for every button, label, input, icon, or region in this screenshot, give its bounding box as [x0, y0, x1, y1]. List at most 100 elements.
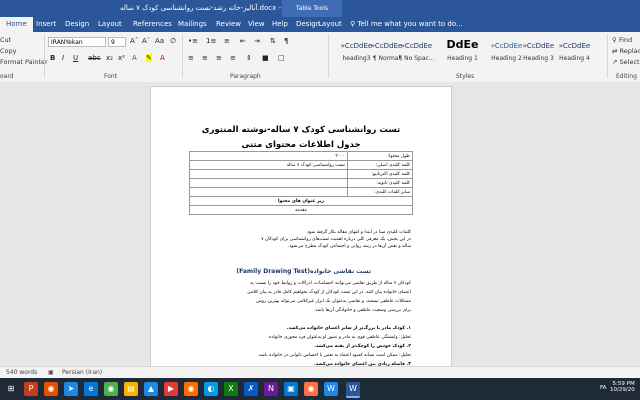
media-icon[interactable]: ▶	[164, 382, 178, 396]
group-divider	[607, 34, 608, 78]
tab-table-layout[interactable]: Layout	[318, 20, 342, 28]
firefox-icon[interactable]: ◉	[184, 382, 198, 396]
bullets-icon[interactable]: •≡	[188, 37, 198, 45]
tab-references[interactable]: References	[133, 20, 172, 28]
word-count[interactable]: 540 words	[6, 369, 37, 376]
text-effects-icon[interactable]: A	[132, 54, 137, 62]
style-preview: »CcDdEe	[558, 42, 591, 50]
text-line: تحلیل: وابستگی عاطفی قوی به مادر و تصور …	[267, 335, 411, 340]
vpn-icon[interactable]: ▲	[144, 382, 158, 396]
edge-icon[interactable]: e	[84, 382, 98, 396]
style-heading4[interactable]: »CcDdEe Heading 4	[550, 36, 599, 70]
cut-button[interactable]: Cut	[0, 36, 11, 44]
file-explorer-icon[interactable]: ▤	[124, 382, 138, 396]
app2-icon[interactable]: ◐	[204, 382, 218, 396]
lightbulb-icon: ⚲	[350, 20, 356, 28]
tab-review[interactable]: Review	[216, 20, 241, 28]
text-line: مشکلات عاطفی نیستند، و نقاشی به‌عنوان یک…	[256, 299, 411, 304]
style-label: ¶ No Spac...	[398, 55, 435, 62]
increase-indent-icon[interactable]: ⇥	[254, 37, 260, 45]
excel-icon[interactable]: X	[224, 382, 238, 396]
text-line: برای بررسی وضعیت عاطفی و خانوادگی آن‌ها …	[313, 308, 411, 313]
italic-button[interactable]: I	[62, 54, 64, 62]
strikethrough-icon[interactable]: abc	[88, 54, 101, 62]
word-icon-2[interactable]: W	[324, 382, 338, 396]
editing-group-label: Editing	[616, 73, 637, 80]
superscript-icon[interactable]: x²	[118, 54, 125, 62]
tab-help[interactable]: Help	[272, 20, 288, 28]
copy-button[interactable]: Copy	[0, 47, 17, 55]
borders-icon[interactable]: □	[278, 54, 285, 62]
paragraph-group-label: Paragraph	[230, 73, 261, 80]
shrink-font-icon[interactable]: Aˇ	[142, 37, 150, 45]
replace-label: Replace	[619, 47, 640, 55]
paint-icon[interactable]: ◉	[304, 382, 318, 396]
underline-button[interactable]: U	[73, 54, 78, 62]
clear-format-icon[interactable]: ∅	[170, 37, 176, 45]
style-preview: »CcDdEe	[400, 42, 433, 50]
sort-icon[interactable]: ⇅	[270, 37, 276, 45]
select-button[interactable]: ↗ Select	[612, 58, 640, 66]
format-painter-button[interactable]: Format Painter	[0, 58, 48, 66]
font-color-icon[interactable]: A	[160, 54, 165, 62]
highlight-icon[interactable]: ✎	[146, 54, 152, 62]
subscript-icon[interactable]: x₂	[106, 54, 113, 62]
font-name-box[interactable]: IRANYekan	[48, 37, 106, 47]
body-text: کودکان ۷ ساله از طریق نقاشی می‌توانند اح…	[191, 279, 411, 369]
document-page[interactable]: تست روانشناسی کودک ۷ ساله-نوشته المنتوری…	[150, 86, 452, 378]
tab-table-design[interactable]: Design	[296, 20, 320, 28]
style-preview: DdEe	[446, 38, 479, 51]
app-icon[interactable]: ◉	[44, 382, 58, 396]
table-row: کلمه کلیدی اصلی: تست روانشناسی کودک ۷ سا…	[189, 160, 413, 170]
onenote-icon[interactable]: N	[264, 382, 278, 396]
chrome-icon[interactable]: ◉	[104, 382, 118, 396]
powerpoint-icon[interactable]: P	[24, 382, 38, 396]
align-left-icon[interactable]: ≡	[188, 54, 194, 62]
shading-icon[interactable]: ■	[262, 54, 269, 62]
section-title: تست نقاشی خانواده(Family Drawing Test)	[236, 268, 371, 275]
show-marks-icon[interactable]: ¶	[284, 37, 288, 45]
proofing-icon[interactable]: ▣	[48, 369, 54, 376]
numbering-icon[interactable]: 1≡	[206, 37, 216, 45]
decrease-indent-icon[interactable]: ⇤	[240, 37, 246, 45]
tab-design[interactable]: Design	[65, 20, 89, 28]
table-cell-value	[189, 187, 348, 197]
replace-icon: ⇄	[612, 47, 618, 55]
language-status[interactable]: Persian (Iran)	[62, 369, 102, 376]
telegram-icon[interactable]: ➤	[64, 382, 78, 396]
align-center-icon[interactable]: ≡	[202, 54, 208, 62]
text-line: ۱. کودک مادر یا بزرگ‌تر از سایر اعضای خا…	[286, 326, 411, 331]
clock[interactable]: 5:59 PM 10/29/20	[610, 381, 635, 393]
grow-font-icon[interactable]: Aˆ	[130, 37, 138, 45]
table-cell-intro: مقدمه	[189, 205, 413, 215]
text-line: کلمات کلیدی مبنا در ابتدا و انتهای مقاله…	[307, 230, 411, 235]
bold-button[interactable]: B	[50, 54, 55, 62]
align-right-icon[interactable]: ≡	[216, 54, 222, 62]
tab-home[interactable]: Home	[0, 17, 33, 32]
text-line: ساله و نقش آن‌ها در رشد روانی و اجتماعی …	[287, 244, 411, 249]
table-cell-label: سایر کلمات کلیدی:	[347, 187, 413, 197]
input-language[interactable]: FA	[600, 385, 606, 391]
tab-view[interactable]: View	[248, 20, 265, 28]
table-cell-value: تست روانشناسی کودک ۷ ساله	[189, 160, 348, 170]
start-icon[interactable]: ⊞	[4, 382, 18, 396]
text-line: ۲. کودک خودش را کوچک‌تر از بقیه می‌کشد.	[314, 344, 411, 349]
find-button[interactable]: ⚲ Find	[612, 36, 632, 44]
vscode-icon[interactable]: ✗	[244, 382, 258, 396]
change-case-icon[interactable]: Aa	[155, 37, 164, 45]
word-icon[interactable]: W	[346, 382, 360, 398]
tab-mailings[interactable]: Mailings	[178, 20, 207, 28]
line-spacing-icon[interactable]: ⇕	[246, 54, 252, 62]
font-size-box[interactable]: 9	[108, 37, 126, 47]
justify-icon[interactable]: ≡	[230, 54, 236, 62]
style-heading1[interactable]: DdEe Heading 1	[438, 36, 487, 70]
table-cell-label: طول محتوا:	[347, 151, 413, 161]
style-no-spacing[interactable]: »CcDdEe ¶ No Spac...	[392, 36, 441, 70]
photos-icon[interactable]: ▣	[284, 382, 298, 396]
tab-insert[interactable]: Insert	[36, 20, 56, 28]
multilevel-icon[interactable]: ≡	[224, 37, 230, 45]
replace-button[interactable]: ⇄ Replace	[612, 47, 640, 55]
content-info-table[interactable]: طول محتوا: ۳۰۰۰ کلمه کلیدی اصلی: تست روا…	[189, 151, 413, 215]
tell-me-search[interactable]: ⚲ Tell me what you want to do...	[350, 20, 463, 28]
tab-layout[interactable]: Layout	[98, 20, 122, 28]
